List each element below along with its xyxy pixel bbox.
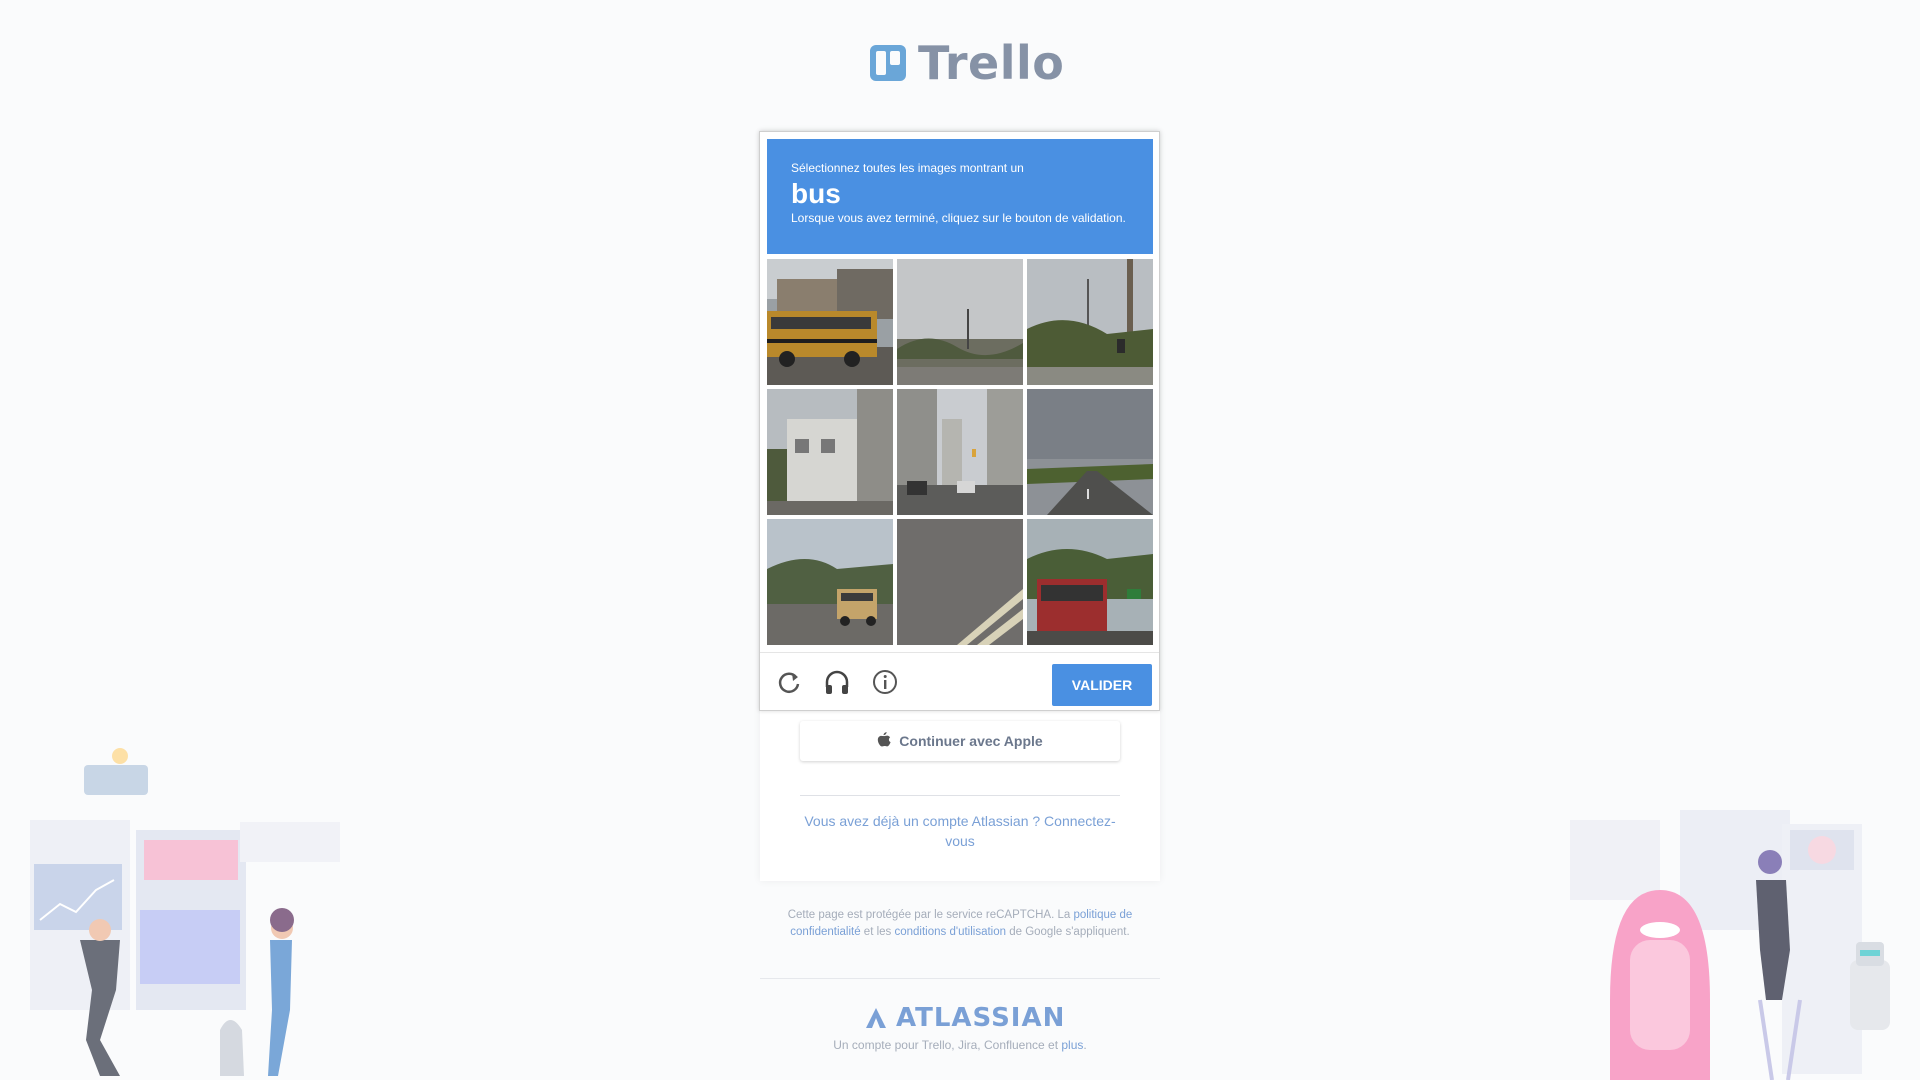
atlassian-logo: ATLASSIAN [864, 1003, 1065, 1033]
info-icon[interactable] [870, 667, 900, 697]
captcha-footer: VALIDER [760, 652, 1159, 711]
atlassian-mark-icon [866, 1008, 886, 1028]
tagline-text: . [1083, 1038, 1087, 1052]
continue-with-apple-button[interactable]: Continuer avec Apple [800, 721, 1120, 761]
login-link[interactable]: Vous avez déjà un compte Atlassian ? Con… [800, 811, 1120, 851]
captcha-tile[interactable] [897, 259, 1023, 385]
captcha-tile[interactable] [1027, 389, 1153, 515]
verify-button[interactable]: VALIDER [1052, 664, 1152, 706]
atlassian-tagline: Un compte pour Trello, Jira, Confluence … [760, 1038, 1160, 1052]
trello-logo: Trello [870, 36, 1064, 90]
captcha-tile[interactable] [897, 389, 1023, 515]
right-illustration [1570, 810, 1890, 1080]
apple-icon [877, 731, 891, 751]
recaptcha-notice-text: Cette page est protégée par le service r… [787, 909, 1074, 921]
terms-link[interactable]: conditions d'utilisation [895, 926, 1007, 938]
captcha-tile[interactable] [767, 389, 893, 515]
headphones-icon[interactable] [822, 667, 852, 697]
captcha-tile[interactable] [897, 519, 1023, 645]
atlassian-wordmark: ATLASSIAN [896, 1003, 1066, 1033]
left-illustration [30, 748, 340, 1076]
captcha-tile[interactable] [767, 259, 893, 385]
reload-icon[interactable] [774, 667, 804, 697]
captcha-tile[interactable] [767, 519, 893, 645]
apple-button-label: Continuer avec Apple [899, 733, 1043, 749]
captcha-instruction: Sélectionnez toutes les images montrant … [791, 161, 1024, 175]
captcha-image-grid [767, 259, 1153, 645]
captcha-target: bus [791, 178, 841, 209]
divider [800, 795, 1120, 796]
recaptcha-dialog: Sélectionnez toutes les images montrant … [759, 131, 1160, 711]
captcha-tile[interactable] [1027, 519, 1153, 645]
recaptcha-notice-text: et les [860, 926, 895, 938]
footer-divider [760, 978, 1160, 979]
recaptcha-notice: Cette page est protégée par le service r… [770, 907, 1150, 941]
captcha-instructions: Sélectionnez toutes les images montrant … [767, 139, 1153, 254]
more-products-link[interactable]: plus [1061, 1038, 1083, 1052]
captcha-tile[interactable] [1027, 259, 1153, 385]
captcha-hint: Lorsque vous avez terminé, cliquez sur l… [791, 211, 1126, 225]
logo-text: Trello [918, 36, 1065, 90]
trello-board-icon [870, 45, 906, 81]
tagline-text: Un compte pour Trello, Jira, Confluence … [833, 1038, 1062, 1052]
recaptcha-notice-text: de Google s'appliquent. [1006, 926, 1130, 938]
